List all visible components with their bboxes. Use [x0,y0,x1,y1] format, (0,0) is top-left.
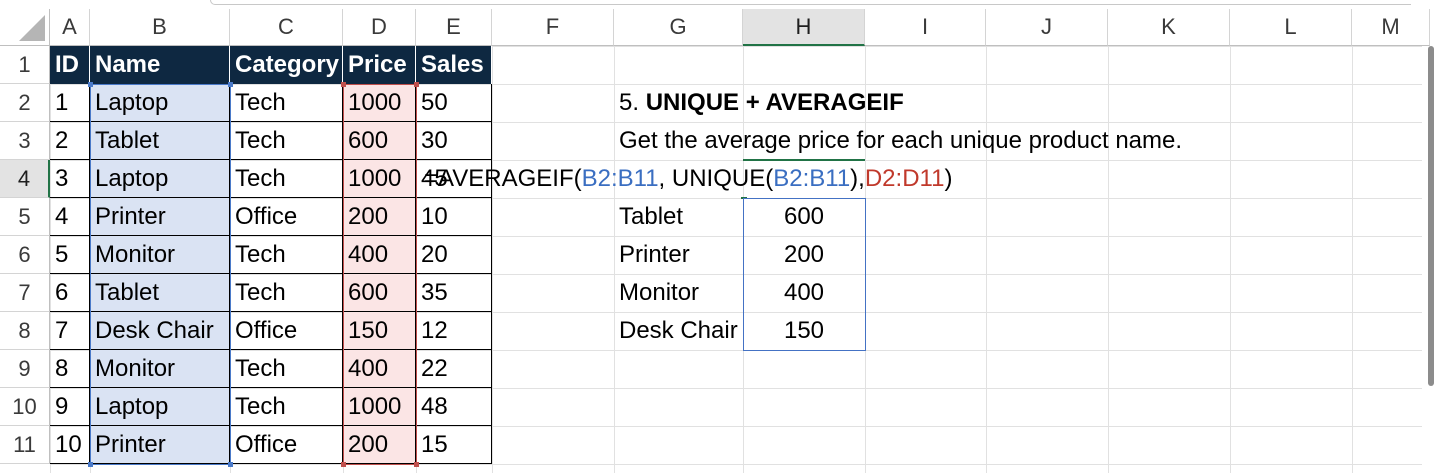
table-cell[interactable]: 8 [50,350,90,388]
range-handle[interactable] [228,462,233,467]
formula-part-ref3: D2:D11 [864,165,945,192]
description-text[interactable]: Get the average price for each unique pr… [614,122,1182,160]
range-handle[interactable] [414,462,419,467]
name-range-border [90,84,231,465]
row-header-2[interactable]: 2 [0,84,50,122]
column-header-j[interactable]: J [986,9,1108,46]
result-name[interactable]: Desk Chair [614,312,738,350]
price-range-border [343,84,417,465]
result-name[interactable]: Monitor [614,274,699,312]
table-cell[interactable]: 7 [50,312,90,350]
column-header-e[interactable]: E [416,9,492,46]
table-cell[interactable]: 30 [416,122,492,160]
column-header-g[interactable]: G [614,9,743,46]
table-cell[interactable]: Tech [230,84,343,122]
grid-line [50,464,1430,465]
table-cell[interactable]: Tech [230,160,343,198]
column-header-b[interactable]: B [90,9,230,46]
formula-part-ref1: B2:B11 [581,165,659,192]
range-handle[interactable] [88,82,93,87]
table-cell[interactable]: 10 [50,426,90,464]
row-header-7[interactable]: 7 [0,274,50,312]
table-cell[interactable]: 1 [50,84,90,122]
table-cell[interactable]: 9 [50,388,90,426]
table-cell[interactable]: Tech [230,350,343,388]
section-number: 5. [619,89,640,116]
row-header-8[interactable]: 8 [0,312,50,350]
table-cell[interactable]: Tech [230,236,343,274]
formula-part-p2: , UNIQUE( [658,165,774,192]
column-header-l[interactable]: L [1230,9,1352,46]
row-header-11[interactable]: 11 [0,426,50,464]
table-cell[interactable]: Office [230,312,343,350]
table-cell[interactable]: 15 [416,426,492,464]
column-header-f[interactable]: F [492,9,614,46]
table-cell[interactable]: 48 [416,388,492,426]
select-all-triangle-icon [19,15,45,41]
range-handle[interactable] [341,462,346,467]
row-header-9[interactable]: 9 [0,350,50,388]
range-handle[interactable] [88,462,93,467]
range-handle[interactable] [341,82,346,87]
column-header-d[interactable]: D [343,9,416,46]
table-cell[interactable]: 12 [416,312,492,350]
table-cell[interactable]: 10 [416,198,492,236]
grid-line [1230,46,1231,473]
result-name[interactable]: Printer [614,236,690,274]
table-cell[interactable]: 35 [416,274,492,312]
formula-part-p1: =AVERAGEIF( [424,165,582,192]
section-title[interactable]: 5. UNIQUE + AVERAGEIF [614,84,904,122]
row-header-6[interactable]: 6 [0,236,50,274]
column-header-h[interactable]: H [743,9,865,46]
row-header-10[interactable]: 10 [0,388,50,426]
table-header-id[interactable]: ID [50,46,90,84]
table-cell[interactable]: Tech [230,274,343,312]
range-handle[interactable] [228,82,233,87]
row-header-3[interactable]: 3 [0,122,50,160]
table-cell[interactable]: 3 [50,160,90,198]
column-header-c[interactable]: C [230,9,343,46]
column-header-i[interactable]: I [865,9,986,46]
scrollbar-thumb[interactable] [1428,46,1434,386]
section-heading: UNIQUE + AVERAGEIF [645,89,904,116]
table-header-sales[interactable]: Sales [416,46,492,84]
table-cell[interactable]: 2 [50,122,90,160]
table-cell[interactable]: Tech [230,122,343,160]
table-cell[interactable]: 5 [50,236,90,274]
table-cell[interactable]: 50 [416,84,492,122]
formula-in-cell[interactable]: =AVERAGEIF(B2:B11, UNIQUE(B2:B11), D2:D1… [424,160,952,198]
grid-line [1352,46,1353,473]
spill-range-border [743,198,866,351]
table-cell[interactable]: 4 [50,198,90,236]
grid-line [986,46,987,473]
row-header-1[interactable]: 1 [0,46,50,84]
table-cell[interactable]: 20 [416,236,492,274]
table-cell[interactable]: 22 [416,350,492,388]
column-header-a[interactable]: A [50,9,90,46]
select-all-button[interactable] [0,9,50,46]
row-header-5[interactable]: 5 [0,198,50,236]
table-header-price[interactable]: Price [343,46,416,84]
formula-part-p3: ), [850,165,865,192]
result-name[interactable]: Tablet [614,198,683,236]
grid-line [1108,46,1109,473]
vertical-scrollbar[interactable] [1422,46,1440,473]
formula-part-ref2: B2:B11 [773,165,851,192]
table-cell[interactable]: Office [230,198,343,236]
formula-part-p4: ) [944,165,953,192]
top-edge [0,0,1440,9]
table-header-name[interactable]: Name [90,46,230,84]
table-cell[interactable]: 6 [50,274,90,312]
table-cell[interactable]: Office [230,426,343,464]
active-cell-top [743,159,865,161]
column-header-m[interactable]: M [1352,9,1430,46]
table-cell[interactable]: Tech [230,388,343,426]
range-handle[interactable] [414,82,419,87]
grid-line [492,46,493,473]
table-header-category[interactable]: Category [230,46,343,84]
row-header-4[interactable]: 4 [0,160,50,198]
column-header-k[interactable]: K [1108,9,1230,46]
